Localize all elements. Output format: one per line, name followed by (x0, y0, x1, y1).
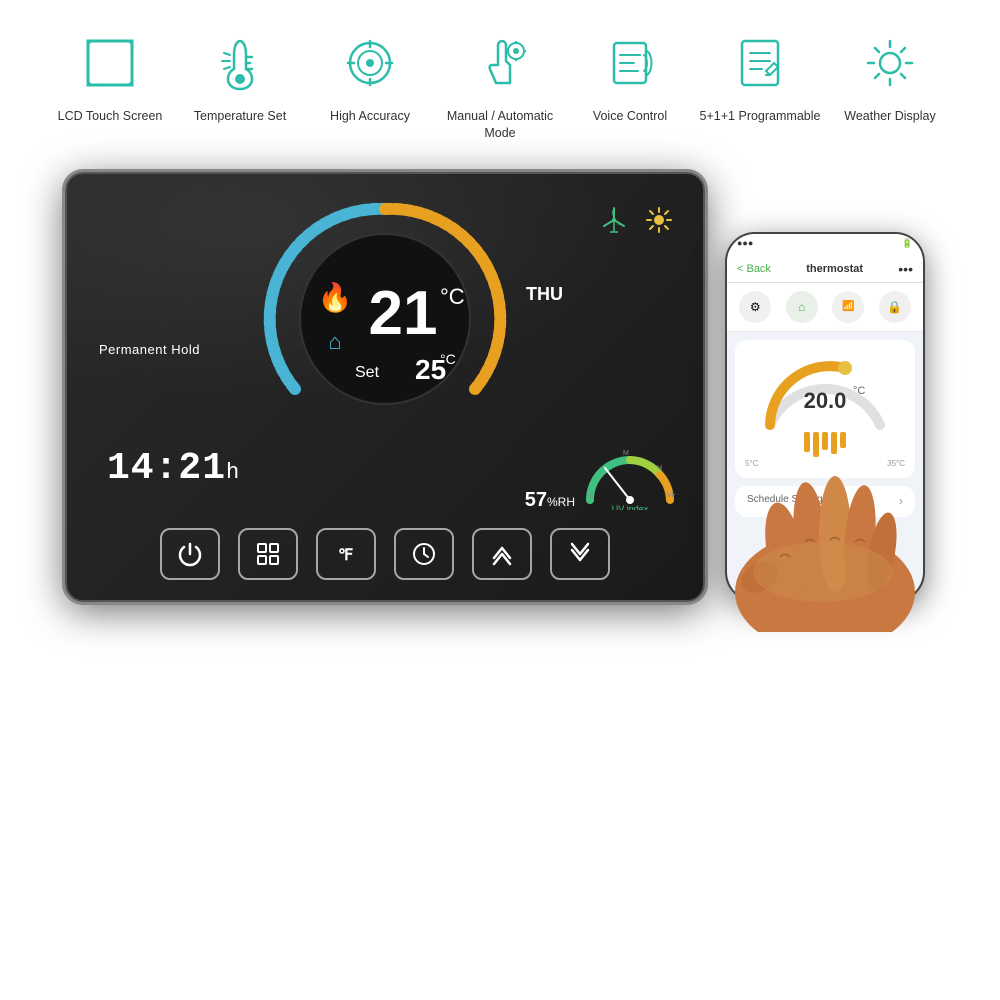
feature-lcd-label: LCD Touch Screen (58, 108, 163, 125)
schedule-arrow[interactable]: › (899, 494, 903, 508)
thermostat-device: Permanent Hold THU 14:21h (65, 172, 705, 602)
phone-power-area (727, 525, 923, 577)
phone-header: < Back thermostat ••• (727, 253, 923, 283)
crosshair-icon (335, 28, 405, 98)
feature-accuracy: High Accuracy (305, 28, 435, 125)
day-label: THU (526, 284, 563, 305)
feature-manual-auto: Manual / Automatic Mode (435, 28, 565, 142)
phone-icon-wifi[interactable]: 📶 (832, 291, 864, 323)
svg-text:21: 21 (369, 279, 438, 348)
down-button[interactable] (550, 528, 610, 580)
svg-text:20.0: 20.0 (804, 388, 847, 413)
lcd-touch-icon (75, 28, 145, 98)
time-suffix: h (226, 460, 240, 485)
voice-icon (595, 28, 665, 98)
feature-weather: Weather Display (825, 28, 955, 125)
phone-icon-home[interactable]: ⌂ (786, 291, 818, 323)
feature-accuracy-label: High Accuracy (330, 108, 410, 125)
svg-text:L: L (590, 493, 594, 500)
phone-dial-area: 20.0 °C 5°C35°C (735, 340, 915, 478)
phone-dial-svg: 20.0 °C (755, 350, 895, 430)
svg-text:°C: °C (853, 385, 865, 397)
phone-signal: ●●● (737, 238, 753, 248)
celsius-button[interactable]: ℉ (316, 528, 376, 580)
feature-temp-label: Temperature Set (194, 108, 286, 125)
feature-lcd: LCD Touch Screen (45, 28, 175, 125)
main-dial: 🔥 ⌂ 21 °C Set 25 °C (255, 189, 515, 449)
feature-voice-label: Voice Control (593, 108, 667, 125)
finger-gear-icon (465, 28, 535, 98)
svg-text:UV index: UV index (612, 504, 649, 510)
up-button[interactable] (472, 528, 532, 580)
svg-text:°C: °C (440, 351, 456, 367)
weather-sun-icon (645, 206, 673, 234)
svg-text:⌂: ⌂ (328, 329, 341, 354)
humidity-unit: %RH (547, 495, 575, 509)
phone-icon-row: ⚙ ⌂ 📶 🔒 (727, 283, 923, 332)
weather-icons-area (598, 204, 673, 236)
control-buttons: ℉ (160, 528, 610, 580)
feature-prog-label: 5+1+1 Programmable (700, 108, 821, 125)
svg-text:VH: VH (667, 492, 675, 499)
feature-voice: Voice Control (565, 28, 695, 125)
svg-text:℉: ℉ (338, 547, 353, 564)
phone-device: ●●● 🔋 < Back thermostat ••• ⚙ ⌂ 📶 🔒 (725, 232, 925, 602)
temp-range: 5°C35°C (745, 459, 905, 468)
feature-weather-label: Weather Display (844, 108, 935, 125)
permanent-hold-label: Permanent Hold (99, 342, 200, 357)
sun-icon (855, 28, 925, 98)
phone-menu-dots[interactable]: ••• (898, 261, 913, 277)
svg-text:°C: °C (440, 284, 465, 309)
phone-icon-settings[interactable]: ⚙ (739, 291, 771, 323)
svg-text:Set: Set (355, 364, 380, 381)
notepad-icon (725, 28, 795, 98)
feature-manual-label: Manual / Automatic Mode (435, 108, 565, 142)
phone-title: thermostat (806, 263, 863, 275)
power-button[interactable] (160, 528, 220, 580)
phone-back-btn[interactable]: < Back (737, 263, 771, 275)
phone-battery: 🔋 (902, 238, 913, 249)
schedule-button[interactable] (394, 528, 454, 580)
humidity-display: 57%RH (525, 489, 575, 512)
features-row: LCD Touch Screen Temperature Set (0, 0, 1000, 162)
schedule-title: Schedule Setting (747, 494, 823, 505)
main-area: Permanent Hold THU 14:21h (0, 162, 1000, 602)
feature-temp-set: Temperature Set (175, 28, 305, 125)
phone-power-button[interactable] (807, 533, 843, 569)
uv-gauge: UV index L M H VH (585, 440, 675, 505)
mode-button[interactable] (238, 528, 298, 580)
phone-schedule-area[interactable]: Schedule Setting › (735, 486, 915, 517)
heating-bars (804, 432, 846, 457)
thermometer-icon (205, 28, 275, 98)
feature-prog: 5+1+1 Programmable (695, 28, 825, 125)
time-value: 14:21 (107, 447, 226, 490)
phone-icon-lock[interactable]: 🔒 (879, 291, 911, 323)
wind-turbine-icon (598, 204, 630, 236)
svg-text:🔥: 🔥 (318, 281, 353, 314)
phone-screen: ●●● 🔋 < Back thermostat ••• ⚙ ⌂ 📶 🔒 (727, 234, 923, 600)
humidity-value: 57 (525, 489, 547, 511)
phone-wrapper: ●●● 🔋 < Back thermostat ••• ⚙ ⌂ 📶 🔒 (725, 232, 935, 602)
time-display: 14:21h (107, 447, 240, 490)
svg-text:M: M (623, 450, 629, 457)
svg-text:H: H (657, 465, 662, 472)
